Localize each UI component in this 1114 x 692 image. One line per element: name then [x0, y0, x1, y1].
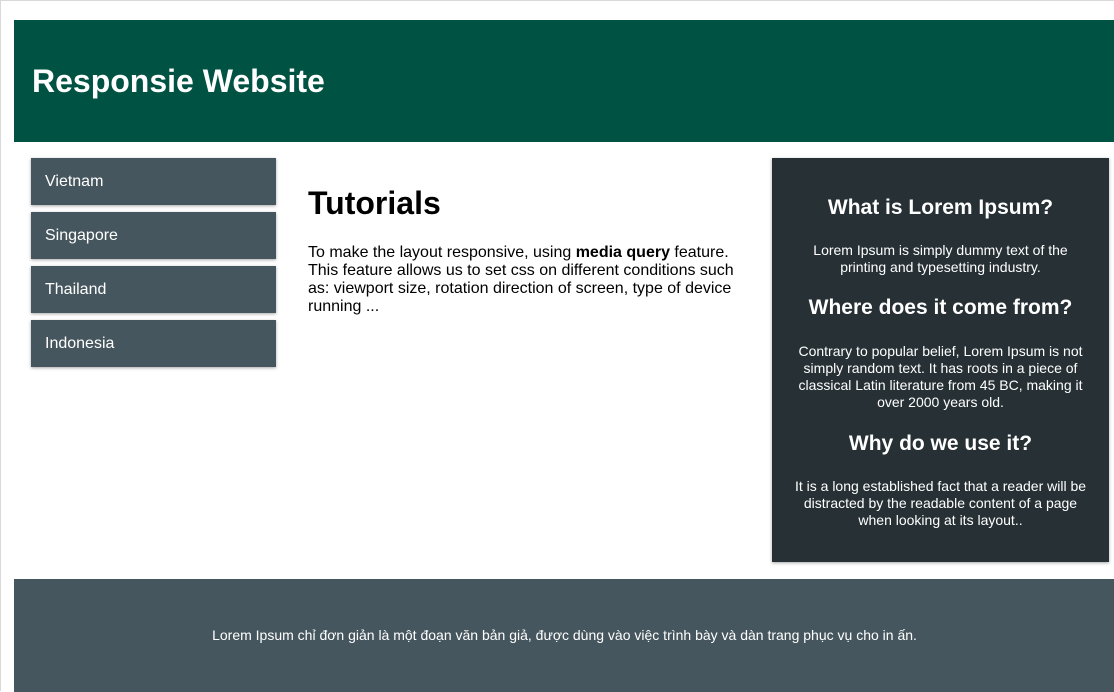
info-sidebar: What is Lorem Ipsum? Lorem Ipsum is simp…: [772, 158, 1109, 562]
sidebar-nav: Vietnam Singapore Thailand Indonesia: [31, 158, 276, 374]
main-text-before: To make the layout responsive, using: [308, 244, 576, 261]
aside-heading-what: What is Lorem Ipsum?: [827, 196, 1054, 219]
aside-text-where: Contrary to popular belief, Lorem Ipsum …: [798, 343, 1083, 410]
site-header: Responsie Website: [14, 20, 1114, 142]
nav-item-indonesia[interactable]: Indonesia: [31, 320, 276, 367]
nav-item-vietnam[interactable]: Vietnam: [31, 158, 276, 205]
site-title: Responsie Website: [32, 63, 325, 99]
nav-item-singapore[interactable]: Singapore: [31, 212, 276, 259]
footer-text: Lorem Ipsum chỉ đơn giản là một đoạn văn…: [212, 627, 917, 643]
aside-text-why: It is a long established fact that a rea…: [794, 478, 1087, 528]
page: Responsie Website Vietnam Singapore Thai…: [0, 0, 1114, 692]
aside-heading-where: Where does it come from?: [808, 296, 1073, 319]
site-footer: Lorem Ipsum chỉ đơn giản là một đoạn văn…: [14, 579, 1114, 692]
main-paragraph: To make the layout responsive, using med…: [308, 244, 738, 316]
main-content: Tutorials To make the layout responsive,…: [308, 181, 738, 316]
main-title: Tutorials: [308, 185, 441, 221]
main-text-bold: media query: [575, 244, 670, 261]
nav-item-thailand[interactable]: Thailand: [31, 266, 276, 313]
aside-text-what: Lorem Ipsum is simply dummy text of the …: [813, 242, 1068, 275]
aside-heading-why: Why do we use it?: [848, 432, 1033, 455]
